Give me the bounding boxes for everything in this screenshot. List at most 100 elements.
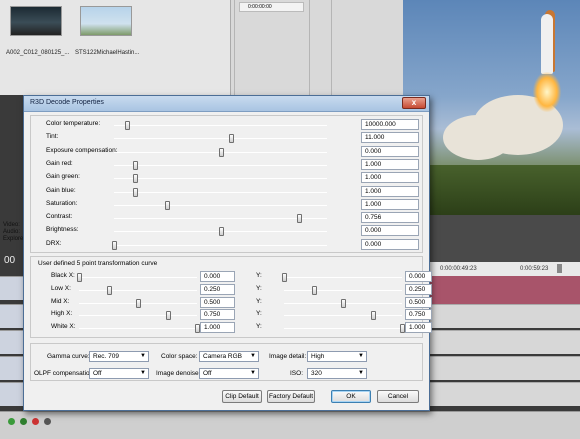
curve-y-label: Y: (256, 310, 262, 318)
curve-y-value-field[interactable]: 1.000 (405, 322, 432, 334)
curve-y-track[interactable] (284, 328, 402, 330)
slider-thumb[interactable] (133, 187, 139, 197)
curve-x-thumb[interactable] (165, 311, 171, 321)
slider-label: Color temperature: (46, 120, 101, 127)
curve-x-value-field[interactable]: 0.000 (200, 271, 235, 282)
cancel-button[interactable]: Cancel (377, 390, 419, 403)
olpf-value: Off (93, 370, 102, 377)
slider-track[interactable] (114, 218, 327, 220)
curve-x-thumb[interactable] (106, 285, 112, 295)
slider-value-field[interactable]: 1.000 (361, 185, 419, 197)
curve-x-track[interactable] (79, 328, 197, 330)
close-button[interactable]: x (402, 97, 426, 109)
curve-y-thumb[interactable] (341, 298, 346, 308)
image-detail-select[interactable]: High ▼ (307, 351, 367, 362)
curve-y-track[interactable] (284, 277, 402, 278)
slider-thumb[interactable] (229, 134, 235, 144)
explorer-tab[interactable]: Explorer (3, 236, 25, 242)
curve-y-value-field[interactable]: 0.750 (405, 309, 432, 321)
trimmer-panel: 0:00:00:00 (230, 0, 403, 100)
slider-label: Brightness: (46, 226, 79, 234)
timeline-ruler[interactable]: 0:00:00:49:23 0:00:59:23 (430, 262, 580, 276)
slider-thumb[interactable] (133, 174, 139, 184)
curve-y-track[interactable] (284, 315, 402, 317)
slider-track[interactable] (114, 125, 327, 126)
curve-x-value-field[interactable]: 1.000 (200, 322, 235, 334)
r3d-decode-dialog: R3D Decode Properties x User defined 5 p… (23, 95, 432, 411)
curve-y-thumb[interactable] (311, 285, 317, 295)
slider-value-field[interactable]: 0.000 (361, 225, 419, 237)
slider-value-field[interactable]: 1.000 (361, 172, 419, 184)
slider-thumb[interactable] (218, 147, 224, 157)
slider-value-field[interactable]: 1.000 (361, 198, 419, 210)
loop-icon[interactable] (20, 418, 27, 425)
curve-x-value-field[interactable]: 0.750 (200, 309, 235, 321)
curve-y-value-field[interactable]: 0.000 (405, 271, 432, 282)
curve-y-value-field[interactable]: 0.250 (405, 283, 432, 295)
curve-x-thumb[interactable] (77, 273, 82, 282)
clip-thumbnail-1[interactable] (10, 6, 62, 36)
slider-value-field[interactable]: 11.000 (361, 132, 419, 144)
panel-divider (234, 0, 235, 100)
iso-value: 320 (311, 370, 322, 377)
curve-x-value-field[interactable]: 0.500 (200, 296, 235, 308)
iso-select[interactable]: 320 ▼ (307, 368, 367, 379)
slider-thumb[interactable] (297, 214, 303, 224)
slider-thumb[interactable] (218, 227, 224, 237)
playhead-icon[interactable] (557, 264, 562, 273)
slider-thumb[interactable] (124, 121, 130, 130)
curve-x-track[interactable] (79, 315, 197, 317)
slider-track[interactable] (114, 204, 327, 206)
clip-default-button[interactable]: Clip Default (222, 390, 262, 403)
slider-label: Tint: (46, 133, 59, 141)
image-detail-value: High (311, 353, 325, 360)
curve-y-label: Y: (256, 297, 262, 305)
slider-value-field[interactable]: 1.000 (361, 158, 419, 170)
olpf-select[interactable]: Off ▼ (89, 368, 149, 379)
settings-icon[interactable] (44, 418, 51, 425)
panel-divider (331, 0, 332, 100)
clip-thumbnail-2[interactable] (80, 6, 132, 36)
slider-thumb[interactable] (112, 240, 117, 250)
image-denoise-value: Off (203, 370, 212, 377)
slider-value-field[interactable]: 0.000 (361, 145, 419, 157)
gamma-curve-select[interactable]: Rec. 709 ▼ (89, 351, 149, 362)
slider-track[interactable] (114, 138, 327, 140)
slider-label: Saturation: (46, 199, 78, 207)
curve-x-label: Black X: (51, 272, 75, 279)
slider-label: DRX: (46, 239, 62, 247)
clip-name-1: A002_C012_080125_... (6, 50, 70, 56)
stop-icon[interactable] (32, 418, 39, 425)
curve-x-track[interactable] (79, 277, 197, 278)
slider-value-field[interactable]: 0.000 (361, 238, 419, 250)
slider-value-field[interactable]: 10000.000 (361, 119, 419, 130)
slider-value-field[interactable]: 0.756 (361, 212, 419, 224)
timeline-clip[interactable] (430, 276, 580, 304)
factory-default-button[interactable]: Factory Default (267, 390, 315, 403)
curve-y-label: Y: (256, 323, 262, 331)
curve-y-value-field[interactable]: 0.500 (405, 296, 432, 308)
slider-label: Gain blue: (46, 186, 76, 194)
image-denoise-label: Image denoise: (156, 370, 201, 377)
curve-x-track[interactable] (79, 289, 197, 291)
slider-thumb[interactable] (133, 160, 139, 170)
chevron-down-icon: ▼ (250, 370, 256, 376)
dialog-titlebar[interactable]: R3D Decode Properties x (24, 96, 429, 112)
trimmer-timecode: 0:00:00:00 (239, 2, 304, 12)
curve-y-label: Y: (256, 272, 262, 279)
curve-x-thumb[interactable] (136, 298, 141, 308)
curve-y-thumb[interactable] (370, 311, 376, 321)
slider-track[interactable] (114, 191, 327, 193)
slider-track[interactable] (114, 244, 327, 246)
curve-y-thumb[interactable] (282, 273, 287, 282)
curve-x-value-field[interactable]: 0.250 (200, 283, 235, 295)
ok-button[interactable]: OK (331, 390, 371, 403)
slider-thumb[interactable] (165, 200, 171, 210)
color-space-select[interactable]: Camera RGB ▼ (199, 351, 259, 362)
image-denoise-select[interactable]: Off ▼ (199, 368, 259, 379)
record-icon[interactable] (8, 418, 15, 425)
curve-y-track[interactable] (284, 289, 402, 291)
color-space-value: Camera RGB (203, 353, 243, 360)
slider-track[interactable] (114, 178, 327, 180)
slider-track[interactable] (114, 164, 327, 166)
